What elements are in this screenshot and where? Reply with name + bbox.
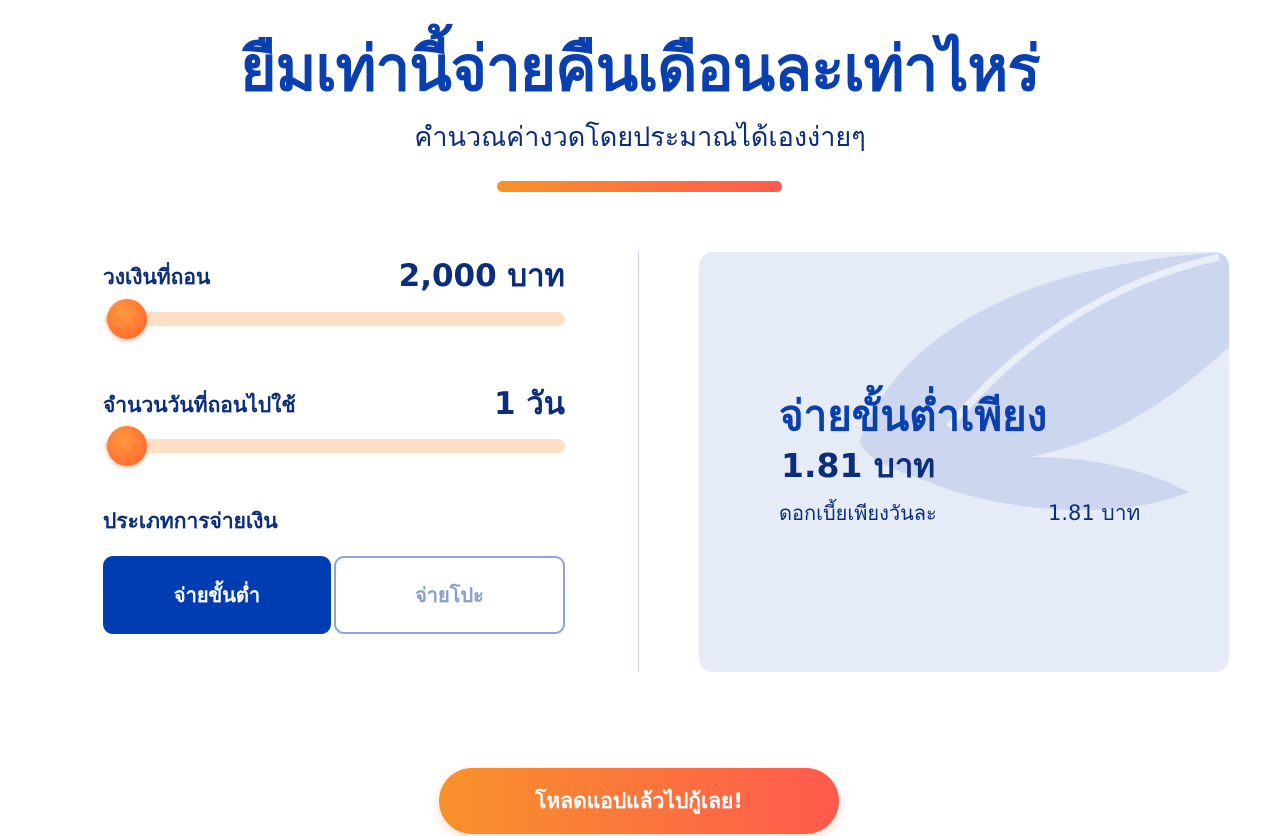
page-subtitle: คำนวณค่างวดโดยประมาณได้เองง่ายๆ bbox=[414, 122, 866, 153]
interest-label: ดอกเบี้ยเพียงวันละ bbox=[779, 501, 937, 525]
result-heading: จ่ายขั้นต่ำเพียง bbox=[779, 391, 1048, 440]
payment-type-label: ประเภทการจ่ายเงิน bbox=[103, 509, 278, 533]
amount-slider-thumb[interactable] bbox=[107, 299, 147, 339]
pay-extra-button[interactable]: จ่ายโปะ bbox=[334, 556, 565, 634]
page-title: ยืมเท่านี้จ่ายคืนเดือนละเท่าไหร่ bbox=[240, 32, 1040, 105]
interest-value: 1.81 บาท bbox=[1048, 501, 1141, 525]
download-app-button[interactable]: โหลดแอปแล้วไปกู้เลย! bbox=[439, 768, 839, 834]
amount-value: 2,000 บาท bbox=[398, 258, 565, 294]
amount-label: วงเงินที่ถอน bbox=[103, 265, 211, 289]
days-value: 1 วัน bbox=[494, 386, 565, 422]
days-slider[interactable] bbox=[105, 426, 565, 466]
vertical-divider bbox=[638, 252, 639, 672]
loan-calculator-page: ยืมเท่านี้จ่ายคืนเดือนละเท่าไหร่ คำนวณค่… bbox=[0, 0, 1280, 836]
accent-divider bbox=[497, 181, 782, 192]
pay-minimum-button[interactable]: จ่ายขั้นต่ำ bbox=[103, 556, 331, 634]
amount-slider[interactable] bbox=[105, 299, 565, 339]
feather-icon bbox=[859, 252, 1229, 511]
days-label: จำนวนวันที่ถอนไปใช้ bbox=[103, 393, 296, 417]
days-slider-thumb[interactable] bbox=[107, 426, 147, 466]
result-amount: 1.81 บาท bbox=[781, 446, 936, 485]
result-card: จ่ายขั้นต่ำเพียง 1.81 บาท ดอกเบี้ยเพียงว… bbox=[699, 252, 1229, 672]
